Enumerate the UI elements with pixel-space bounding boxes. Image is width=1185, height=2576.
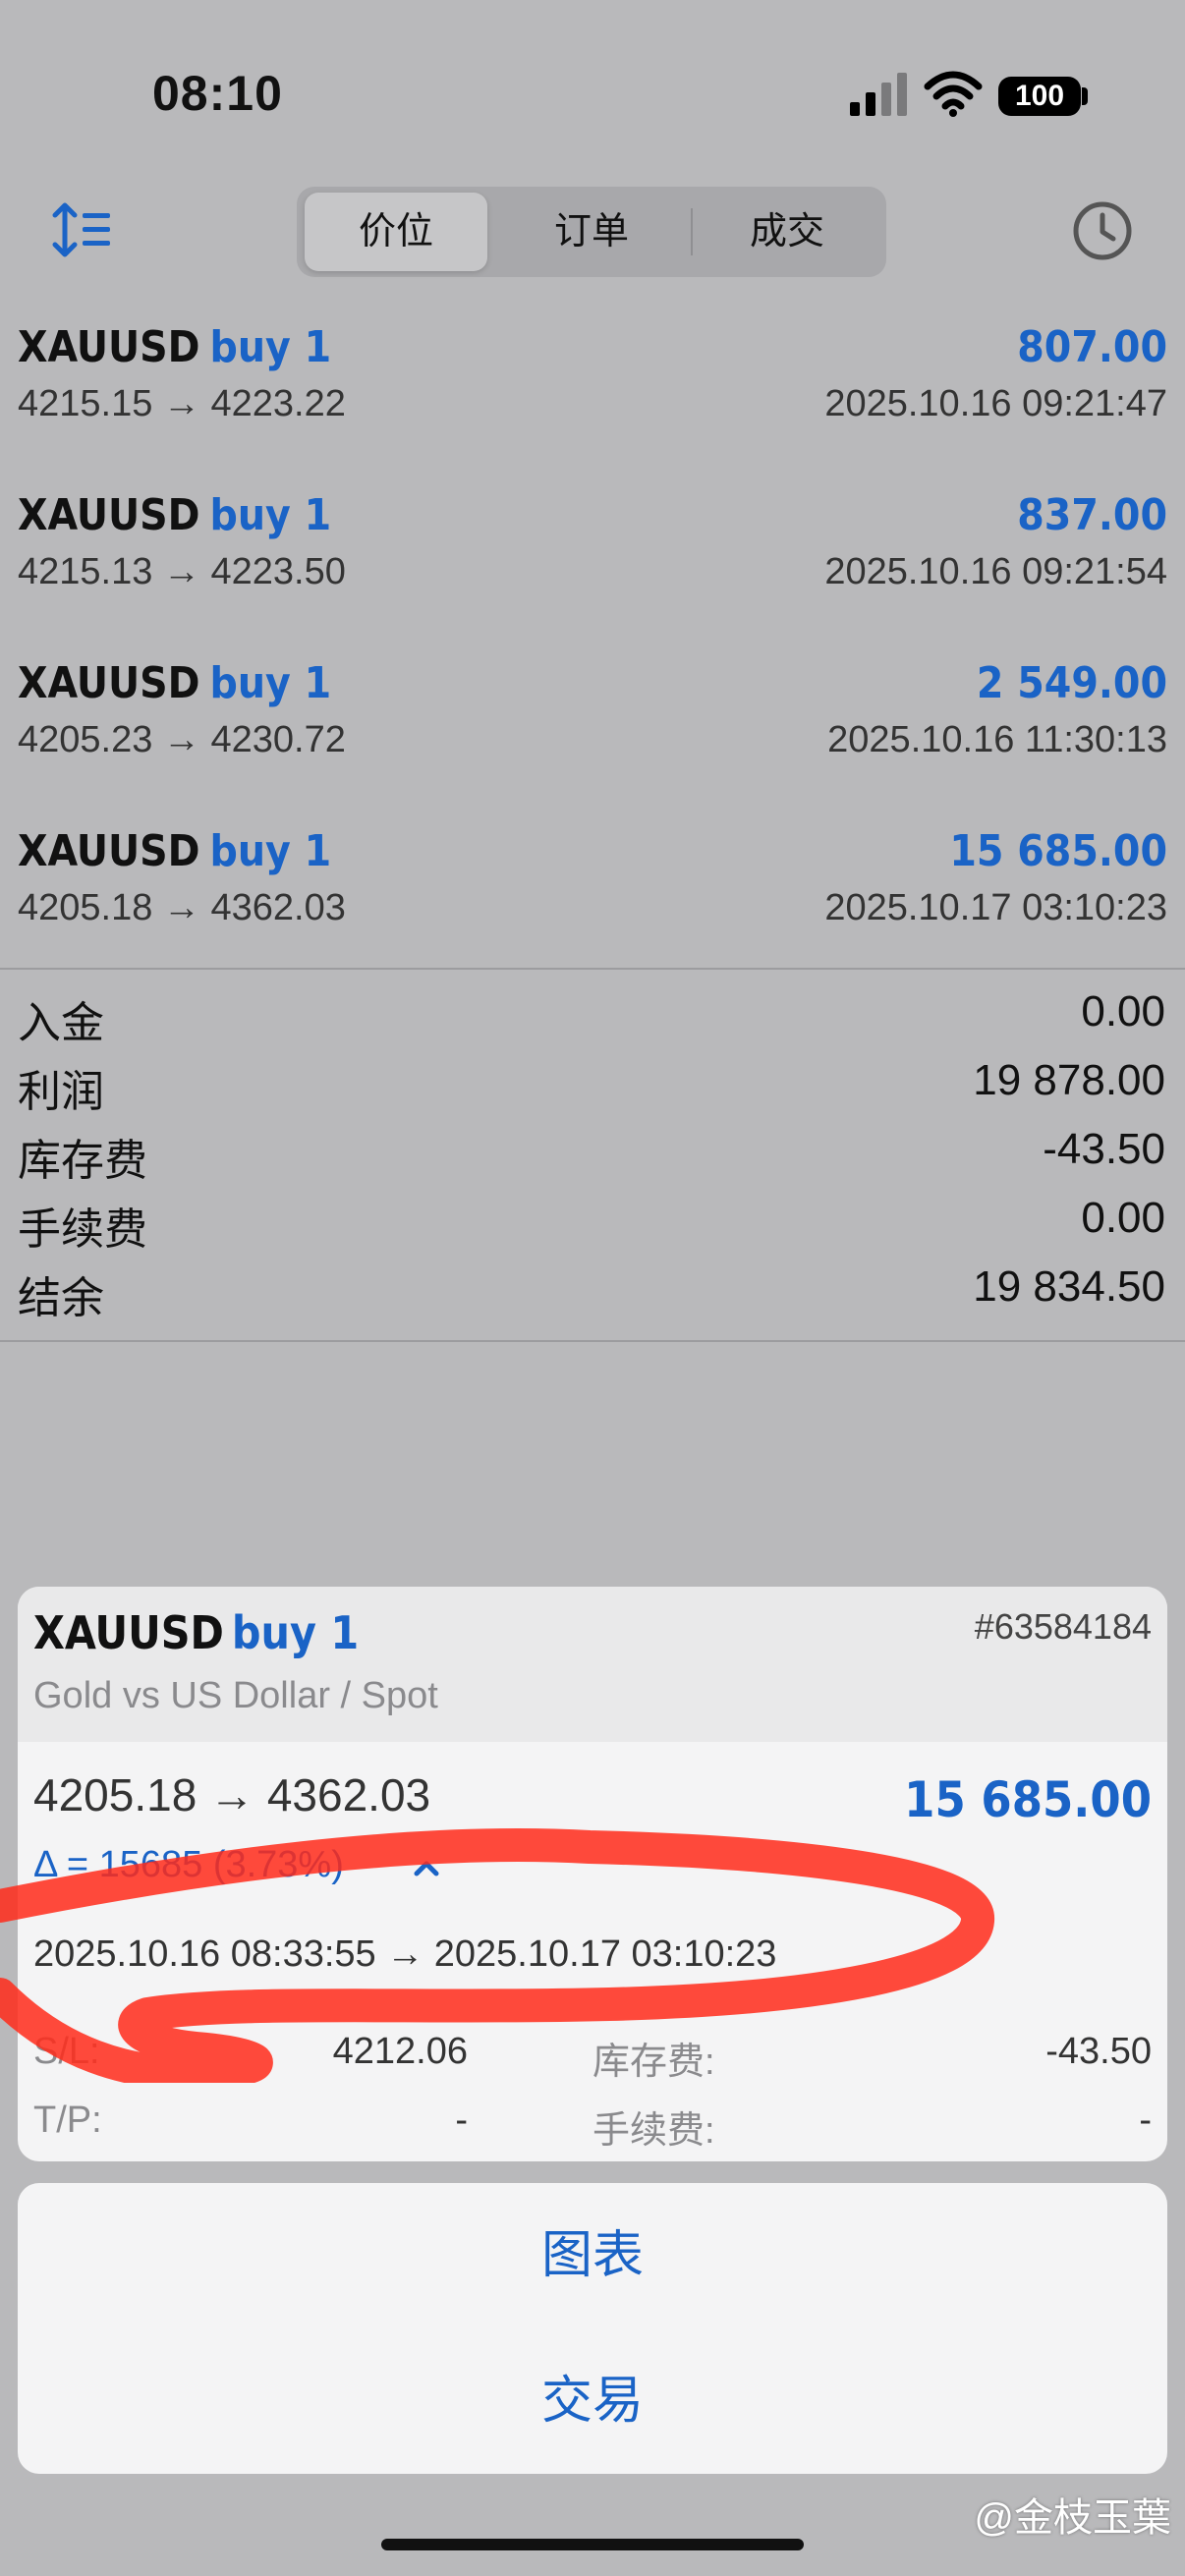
trade-symbol: XAUUSD <box>18 490 200 540</box>
trade-button[interactable]: 交易 <box>18 2328 1167 2474</box>
trade-prices: 4215.13 → 4223.50 <box>18 551 346 592</box>
trade-time: 2025.10.16 09:21:47 <box>824 383 1167 424</box>
trade-profit: 15 685.00 <box>949 826 1167 876</box>
battery-tip <box>1082 87 1088 105</box>
commission-label: 手续费: <box>592 2110 715 2152</box>
detail-ticket: #63584184 <box>974 1606 1152 1647</box>
detail-type: buy 1 <box>231 1606 360 1659</box>
trade-symbol: XAUUSD <box>18 658 200 708</box>
trade-time: 2025.10.17 03:10:23 <box>824 887 1167 928</box>
history-clock-icon[interactable] <box>1071 199 1134 262</box>
summary-row-profit: 利润 19 878.00 <box>18 1056 1165 1125</box>
tab-deals[interactable]: 成交 <box>696 193 878 271</box>
segmented-control: 价位 订单 成交 <box>297 187 886 277</box>
battery-icon: 100 <box>998 77 1081 116</box>
trade-prices: 4205.23 → 4230.72 <box>18 719 346 760</box>
action-sheet: 图表 交易 <box>18 2183 1167 2474</box>
detail-profit: 15 685.00 <box>904 1771 1152 1828</box>
sort-icon[interactable] <box>51 201 112 258</box>
trade-row[interactable]: XAUUSD buy 1 2 549.00 4205.23 → 4230.72 2… <box>18 641 1167 808</box>
detail-times: 2025.10.16 08:33:55 → 2025.10.17 03:10:2… <box>33 1933 777 1975</box>
trade-prices: 4215.15 → 4223.22 <box>18 383 346 424</box>
tab-positions[interactable]: 价位 <box>305 193 487 271</box>
trade-symbol: XAUUSD <box>18 322 200 372</box>
trade-profit: 837.00 <box>1017 490 1167 540</box>
summary-label: 入金 <box>18 999 104 1047</box>
segment-divider <box>691 208 693 255</box>
divider <box>0 968 1185 970</box>
swap-value: -43.50 <box>1045 2031 1152 2072</box>
trade-time: 2025.10.16 11:30:13 <box>827 719 1167 760</box>
trade-prices: 4205.18 → 4362.03 <box>18 887 346 928</box>
summary-value: 19 878.00 <box>973 1056 1165 1104</box>
detail-description: Gold vs US Dollar / Spot <box>33 1675 438 1716</box>
chart-button[interactable]: 图表 <box>18 2183 1167 2328</box>
trade-type: buy 1 <box>209 322 332 372</box>
summary-row-balance: 结余 19 834.50 <box>18 1262 1165 1331</box>
summary-label: 库存费 <box>18 1137 147 1185</box>
trade-row[interactable]: XAUUSD buy 1 807.00 4215.15 → 4223.22 202… <box>18 305 1167 472</box>
chevron-up-icon[interactable] <box>411 1852 442 1883</box>
wifi-icon <box>924 71 983 117</box>
summary-value: 0.00 <box>1081 987 1165 1036</box>
home-indicator[interactable] <box>381 2539 804 2550</box>
detail-symbol: XAUUSD <box>33 1606 224 1659</box>
summary-label: 利润 <box>18 1068 104 1116</box>
tp-label: T/P: <box>33 2100 102 2141</box>
summary-row-commission: 手续费 0.00 <box>18 1194 1165 1262</box>
trade-row[interactable]: XAUUSD buy 1 15 685.00 4205.18 → 4362.03 … <box>18 809 1167 976</box>
sl-label: S/L: <box>33 2031 100 2072</box>
status-time: 08:10 <box>152 66 283 121</box>
trade-time: 2025.10.16 09:21:54 <box>824 551 1167 592</box>
cellular-signal-icon <box>850 73 907 116</box>
detail-prices: 4205.18 → 4362.03 <box>33 1769 431 1820</box>
card-header: XAUUSD buy 1 #63584184 Gold vs US Dollar … <box>18 1587 1167 1742</box>
divider <box>0 1340 1185 1342</box>
commission-value: - <box>1139 2100 1152 2141</box>
summary-row-deposit: 入金 0.00 <box>18 987 1165 1056</box>
swap-label: 库存费: <box>592 2042 715 2083</box>
sl-value: 4212.06 <box>332 2031 468 2072</box>
summary-label: 手续费 <box>18 1205 147 1254</box>
summary-label: 结余 <box>18 1274 104 1322</box>
trade-type: buy 1 <box>209 826 332 876</box>
detail-delta[interactable]: Δ = 15685 (3.73%) <box>33 1844 344 1886</box>
trade-type: buy 1 <box>209 658 332 708</box>
watermark-text: @金枝玉葉 <box>974 2496 1171 2540</box>
trade-row[interactable]: XAUUSD buy 1 837.00 4215.13 → 4223.50 202… <box>18 473 1167 640</box>
trade-profit: 807.00 <box>1017 322 1167 372</box>
tp-value: - <box>455 2100 468 2141</box>
tab-orders[interactable]: 订单 <box>500 193 683 271</box>
summary-value: 0.00 <box>1081 1194 1165 1242</box>
summary-row-swap: 库存费 -43.50 <box>18 1125 1165 1194</box>
trade-symbol: XAUUSD <box>18 826 200 876</box>
trade-profit: 2 549.00 <box>976 658 1167 708</box>
summary-value: -43.50 <box>1043 1125 1165 1173</box>
summary-value: 19 834.50 <box>973 1262 1165 1311</box>
trade-type: buy 1 <box>209 490 332 540</box>
trade-detail-card: XAUUSD buy 1 #63584184 Gold vs US Dollar … <box>18 1587 1167 2161</box>
